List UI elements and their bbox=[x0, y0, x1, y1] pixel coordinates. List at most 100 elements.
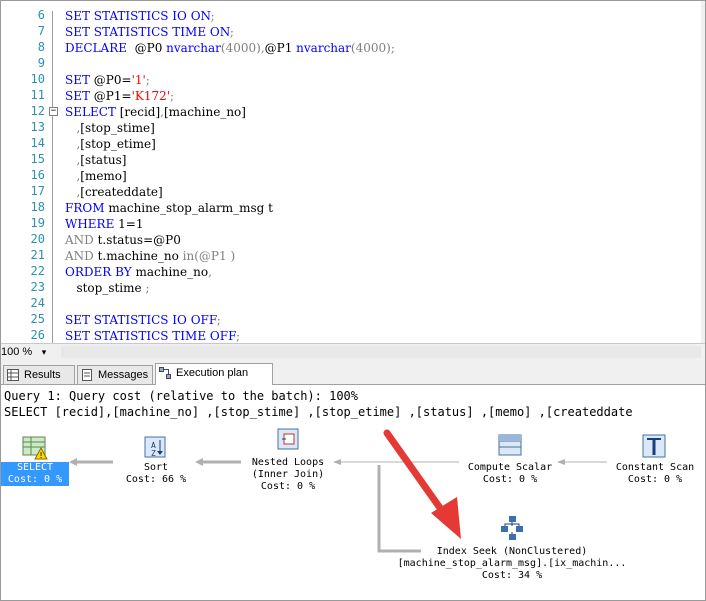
execution-plan-icon bbox=[159, 367, 171, 379]
editor-horizontal-scrollbar[interactable] bbox=[61, 346, 701, 358]
code-token: STATISTICS IO bbox=[89, 9, 191, 23]
code-token: SET bbox=[65, 25, 90, 39]
code-token: SET bbox=[65, 89, 90, 103]
operator-subtitle: (Inner Join) bbox=[251, 469, 325, 480]
sql-editor[interactable]: 6 7 8 9 10 11 12 13 14 15 16 17 18 19 20… bbox=[1, 1, 705, 343]
code-token: OFF bbox=[209, 329, 236, 343]
code-token: STATISTICS TIME bbox=[89, 25, 210, 39]
code-line: FROM machine_stop_alarm_msg t bbox=[65, 200, 273, 216]
code-token: '1' bbox=[131, 73, 146, 87]
editor-status-bar: 100 % ▾ bbox=[1, 343, 705, 362]
tab-execution-plan[interactable]: Execution plan bbox=[155, 363, 273, 385]
code-line: ,[status] bbox=[65, 152, 126, 168]
sort-operator[interactable]: Sort Cost: 66 % bbox=[113, 462, 199, 486]
select-operator[interactable]: SELECT Cost: 0 % bbox=[1, 462, 69, 486]
code-token: ; bbox=[145, 281, 150, 295]
code-line: SET STATISTICS IO OFF; bbox=[65, 312, 221, 328]
code-token: stop_stime bbox=[65, 281, 146, 295]
code-line: ORDER BY machine_no, bbox=[65, 264, 212, 280]
code-token: , bbox=[65, 185, 81, 199]
constant-scan-icon[interactable] bbox=[641, 433, 667, 459]
code-token: @P1= bbox=[89, 89, 132, 103]
code-token: [stop_stime] bbox=[80, 121, 155, 135]
operator-cost: Cost: 0 % bbox=[627, 474, 683, 485]
compute-scalar-icon[interactable] bbox=[497, 433, 523, 459]
code-line: SET @P0='1'; bbox=[65, 72, 150, 88]
svg-text:Z: Z bbox=[151, 449, 156, 458]
line-number: 22 bbox=[30, 264, 45, 278]
operator-cost: Cost: 34 % bbox=[481, 570, 543, 581]
code-token: SET bbox=[65, 329, 90, 343]
operator-name: Compute Scalar bbox=[467, 462, 553, 473]
code-line: AND t.machine_no in(@P1 ) bbox=[65, 248, 235, 264]
code-token: ; bbox=[390, 41, 395, 55]
line-number: 24 bbox=[30, 296, 45, 310]
tab-label: Messages bbox=[98, 369, 149, 381]
execution-plan-pane[interactable]: Query 1: Query cost (relative to the bat… bbox=[1, 385, 705, 600]
line-number: 19 bbox=[30, 216, 45, 230]
code-token: nvarchar bbox=[296, 41, 351, 55]
code-token: ON bbox=[209, 25, 230, 39]
line-number: 14 bbox=[30, 136, 45, 150]
code-line: SELECT [recid],[machine_no] bbox=[65, 104, 246, 120]
chevron-down-icon[interactable]: ▾ bbox=[37, 345, 51, 359]
zoom-level[interactable]: 100 % bbox=[1, 344, 32, 360]
code-line: stop_stime ; bbox=[65, 280, 150, 296]
line-number: 13 bbox=[30, 120, 45, 134]
line-number: 18 bbox=[30, 200, 45, 214]
code-token: ; bbox=[145, 73, 150, 87]
code-line: SET STATISTICS TIME OFF; bbox=[65, 328, 240, 343]
line-number: 15 bbox=[30, 152, 45, 166]
code-token: machine_stop_alarm_msg t bbox=[104, 201, 273, 215]
code-token: [recid] bbox=[115, 105, 161, 119]
operator-cost: Cost: 66 % bbox=[125, 474, 187, 485]
nested-loops-operator[interactable]: Nested Loops (Inner Join) Cost: 0 % bbox=[237, 457, 339, 493]
code-token: SET bbox=[65, 73, 90, 87]
collapse-icon[interactable]: − bbox=[49, 107, 58, 116]
operator-cost: Cost: 0 % bbox=[1, 474, 69, 486]
code-token: OFF bbox=[190, 313, 217, 327]
tab-label: Results bbox=[24, 369, 61, 381]
operator-name: Sort bbox=[143, 462, 169, 473]
tab-label: Execution plan bbox=[176, 367, 249, 379]
code-fold-line bbox=[52, 11, 60, 343]
editor-vertical-scrollbar[interactable] bbox=[701, 1, 705, 343]
code-token: t.machine_no bbox=[93, 249, 183, 263]
nested-loops-icon[interactable] bbox=[276, 427, 302, 453]
line-number: 17 bbox=[30, 184, 45, 198]
code-token: SET bbox=[65, 9, 90, 23]
tab-results[interactable]: Results bbox=[3, 365, 75, 384]
line-number: 7 bbox=[37, 24, 45, 38]
svg-text:!: ! bbox=[39, 451, 44, 460]
code-token: [status] bbox=[80, 153, 127, 167]
code-token: WHERE bbox=[65, 217, 115, 231]
code-token: ; bbox=[210, 9, 215, 23]
code-token: t.status=@P0 bbox=[93, 233, 181, 247]
code-token: STATISTICS TIME bbox=[89, 329, 210, 343]
code-token: SELECT bbox=[65, 105, 116, 119]
document-icon bbox=[82, 369, 92, 381]
code-line: ,[stop_stime] bbox=[65, 120, 155, 136]
sort-operator-icon[interactable]: AZ bbox=[143, 435, 169, 461]
tab-messages[interactable]: Messages bbox=[77, 365, 153, 384]
code-token: 1=1 bbox=[114, 217, 144, 231]
line-number: 12 bbox=[30, 104, 45, 118]
operator-cost: Cost: 0 % bbox=[482, 474, 538, 485]
select-operator-icon[interactable]: ! bbox=[22, 435, 48, 461]
operator-name: Nested Loops bbox=[251, 457, 325, 468]
constant-scan-operator[interactable]: Constant Scan Cost: 0 % bbox=[607, 462, 703, 486]
code-token: machine_no bbox=[131, 265, 209, 279]
code-token: , bbox=[65, 153, 81, 167]
line-number: 25 bbox=[30, 312, 45, 326]
code-token: ON bbox=[190, 9, 211, 23]
code-token: DECLARE bbox=[65, 41, 127, 55]
index-seek-operator[interactable]: Index Seek (NonClustered) [machine_stop_… bbox=[381, 546, 643, 582]
index-seek-icon[interactable] bbox=[499, 515, 525, 541]
code-token: (4000) bbox=[220, 41, 261, 55]
code-token: [createddate] bbox=[80, 185, 163, 199]
code-token: , bbox=[65, 121, 81, 135]
code-line: ,[createddate] bbox=[65, 184, 163, 200]
code-token: STATISTICS IO bbox=[89, 313, 191, 327]
line-number-gutter: 6 7 8 9 10 11 12 13 14 15 16 17 18 19 20… bbox=[1, 1, 49, 343]
compute-scalar-operator[interactable]: Compute Scalar Cost: 0 % bbox=[459, 462, 561, 486]
